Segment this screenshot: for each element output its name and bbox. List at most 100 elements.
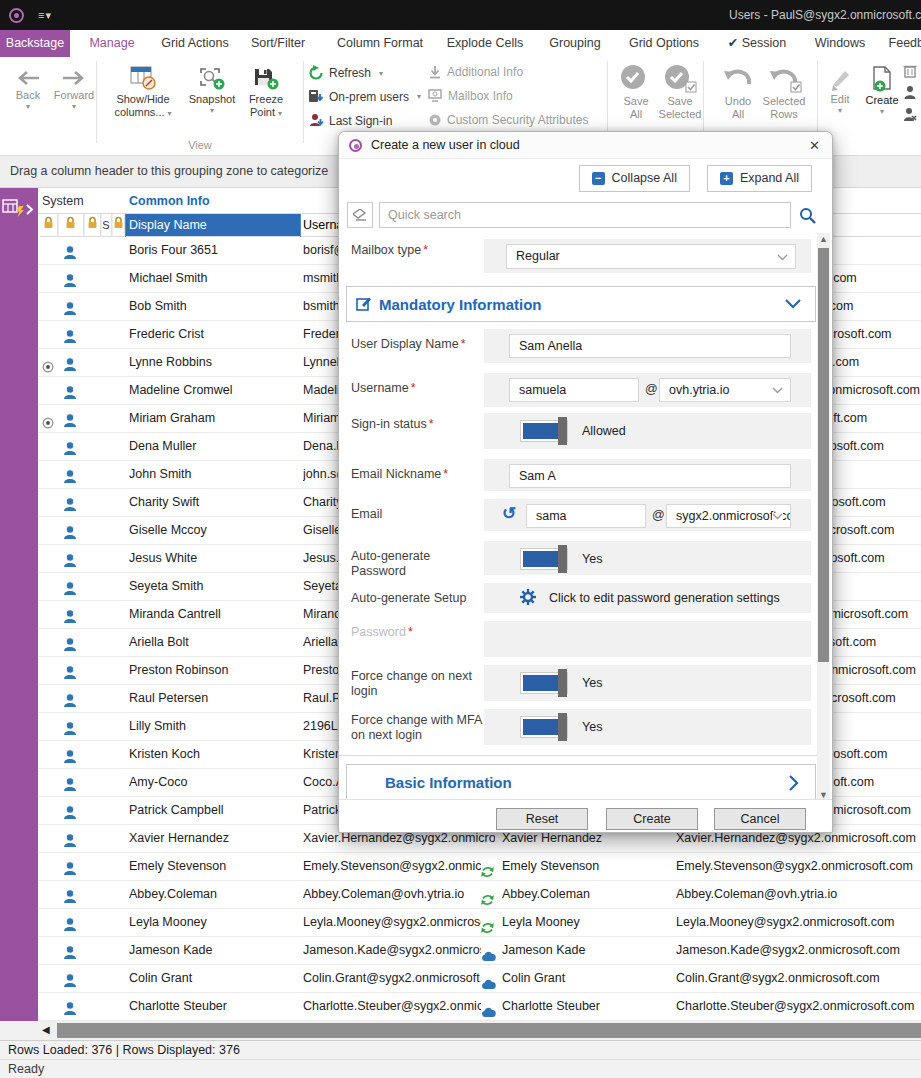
cell-display-name[interactable]: Xavier Hernandez [129,825,299,852]
undo-email-icon[interactable]: ↺ [502,503,516,524]
forward-button[interactable]: Forward▾ [52,69,96,111]
cell-email[interactable]: Jameson.Kade@sygx2.onmicrosoft.com [676,937,921,964]
cell-email[interactable]: Abbey.Coleman@ovh.ytria.io [676,881,921,908]
cell-username[interactable]: Emely.Stevenson@sygx2.onmicrosoft.com [303,853,481,880]
cell-display-name[interactable]: Lynne Robbins [129,349,299,376]
cell-name2[interactable]: Charlotte Steuber [502,993,672,1020]
table-row[interactable]: Leyla MooneyLeyla.Mooney@sygx2.onmicroso… [38,909,921,937]
domain-dropdown[interactable]: sygx2.onmicrosoft.com [666,504,791,528]
cell-display-name[interactable]: Preston Robinson [129,657,299,684]
cell-name2[interactable]: Emely Stevenson [502,853,672,880]
cell-display-name[interactable]: Lilly Smith [129,713,299,740]
cell-display-name[interactable]: Raul Petersen [129,685,299,712]
cell-display-name[interactable]: Bob Smith [129,293,299,320]
cell-name2[interactable]: Jameson Kade [502,937,672,964]
toggle-switch[interactable] [520,420,568,442]
on-prem-users-button[interactable]: On-prem users▾ [308,89,421,104]
table-row[interactable]: Charlotte SteuberCharlotte.Steuber@sygx2… [38,993,921,1021]
cell-username[interactable]: Colin.Grant@sygx2.onmicrosoft.com [303,965,481,992]
cell-display-name[interactable]: Giselle Mccoy [129,517,299,544]
cell-display-name[interactable]: Amy-Coco [129,769,299,796]
expand-section-icon[interactable] [788,775,799,791]
field-input[interactable]: Sam A [509,464,791,488]
edit-button[interactable]: Edit▾ [820,65,860,115]
field-input[interactable]: Sam Anella [509,334,791,358]
cell-display-name[interactable]: Charity Swift [129,489,299,516]
delete-icon[interactable] [903,63,917,78]
cell-email[interactable]: Leyla.Mooney@sygx2.onmicrosoft.com [676,909,921,936]
section-mandatory-information[interactable]: Mandatory Information [346,286,816,322]
cell-display-name[interactable]: Seyeta Smith [129,573,299,600]
last-sign-in-button[interactable]: Last Sign-in [308,113,392,128]
cell-display-name[interactable]: Colin Grant [129,965,299,992]
horizontal-scrollbar-thumb[interactable] [57,1023,921,1038]
save-selected-button[interactable]: SaveSelected [654,63,706,121]
snapshot-button[interactable]: Snapshot▾ [184,65,240,115]
column-header-lock[interactable] [58,214,84,237]
column-header-lock[interactable] [84,214,101,237]
group-header-system[interactable]: System [38,188,125,214]
cell-email[interactable]: Charlotte.Steuber@sygx2.onmicrosoft.com [676,993,921,1020]
tab-feedback[interactable]: Feedback [856,30,921,57]
custom-security-attributes-button[interactable]: Custom Security Attributes [428,113,588,127]
back-button[interactable]: Back▾ [8,69,48,111]
cell-display-name[interactable]: Miranda Cantrell [129,601,299,628]
toggle-switch[interactable] [520,548,568,570]
create-button[interactable]: Create [606,808,698,830]
cell-username[interactable]: Leyla.Mooney@sygx2.onmicrosoft.com [303,909,481,936]
field-input[interactable]: samuela [509,378,639,402]
cell-display-name[interactable]: Ariella Bolt [129,629,299,656]
quick-access-toolbar-icon[interactable]: ≡▾ [38,9,52,22]
dialog-scrollbar[interactable]: ▲ ▼ [817,233,830,801]
dialog-close-icon[interactable]: ✕ [809,138,820,153]
cell-display-name[interactable]: Kristen Koch [129,741,299,768]
table-row[interactable]: Colin GrantColin.Grant@sygx2.onmicrosoft… [38,965,921,993]
column-header-lock[interactable] [40,214,58,237]
horizontal-scrollbar[interactable]: ◀ [0,1021,921,1040]
cell-display-name[interactable]: Leyla Mooney [129,909,299,936]
section-basic-information[interactable]: Basic Information [346,764,816,801]
cell-display-name[interactable]: Patrick Campbell [129,797,299,824]
cell-email[interactable]: Emely.Stevenson@sygx2.onmicrosoft.com [676,853,921,880]
freeze-point-button[interactable]: FreezePoint ▾ [242,65,290,119]
field-input[interactable]: sama [526,504,646,528]
domain-dropdown[interactable]: ovh.ytria.io [659,378,791,402]
reset-button[interactable]: Reset [496,808,588,830]
cell-display-name[interactable]: Madeline Cromwel [129,377,299,404]
collapse-section-icon[interactable] [785,299,801,309]
mailbox-type-dropdown[interactable]: Regular [506,244,796,269]
clear-search-button[interactable] [347,202,373,228]
scroll-up-icon[interactable]: ▲ [817,234,830,244]
cell-email[interactable]: Colin.Grant@sygx2.onmicrosoft.com [676,965,921,992]
table-row[interactable]: Abbey.ColemanAbbey.Coleman@ovh.ytria.ioA… [38,881,921,909]
cell-username[interactable]: Jameson.Kade@sygx2.onmicrosoft.com [303,937,481,964]
create-button-ribbon[interactable]: Create▾ [860,65,904,116]
show-hide-columns-button[interactable]: Show/Hidecolumns... ▾ [106,65,180,119]
table-row[interactable]: Emely StevensonEmely.Stevenson@sygx2.onm… [38,853,921,881]
cell-username[interactable]: Abbey.Coleman@ovh.ytria.io [303,881,481,908]
additional-info-button[interactable]: Additional Info [428,65,523,79]
table-row[interactable]: Jameson KadeJameson.Kade@sygx2.onmicroso… [38,937,921,965]
tab-column-format[interactable]: Column Format [320,30,440,57]
cancel-button[interactable]: Cancel [714,808,806,830]
user-icon[interactable] [903,85,917,100]
expand-all-button[interactable]: +Expand All [707,165,812,192]
cell-display-name[interactable]: John Smith [129,461,299,488]
cell-display-name[interactable]: Dena Muller [129,433,299,460]
user-remove-icon[interactable] [903,107,917,122]
selected-rows-button[interactable]: SelectedRows [758,63,810,121]
cell-display-name[interactable]: Charlotte Steuber [129,993,299,1020]
cell-display-name[interactable]: Jameson Kade [129,937,299,964]
cell-name2[interactable]: Abbey.Coleman [502,881,672,908]
cell-display-name[interactable]: Frederic Crist [129,321,299,348]
column-header-display-name[interactable]: Display Name [125,214,300,237]
column-header-s[interactable]: S [101,214,112,237]
cell-display-name[interactable]: Boris Four 3651 [129,237,299,264]
cell-display-name[interactable]: Michael Smith [129,265,299,292]
toggle-switch[interactable] [520,716,568,738]
collapse-all-button[interactable]: −Collapse All [579,165,690,192]
scroll-left-arrow-icon[interactable]: ◀ [42,1024,50,1035]
cell-name2[interactable]: Leyla Mooney [502,909,672,936]
mailbox-info-button[interactable]: Mailbox Info [428,89,513,103]
refresh-button[interactable]: Refresh▾ [308,65,383,81]
